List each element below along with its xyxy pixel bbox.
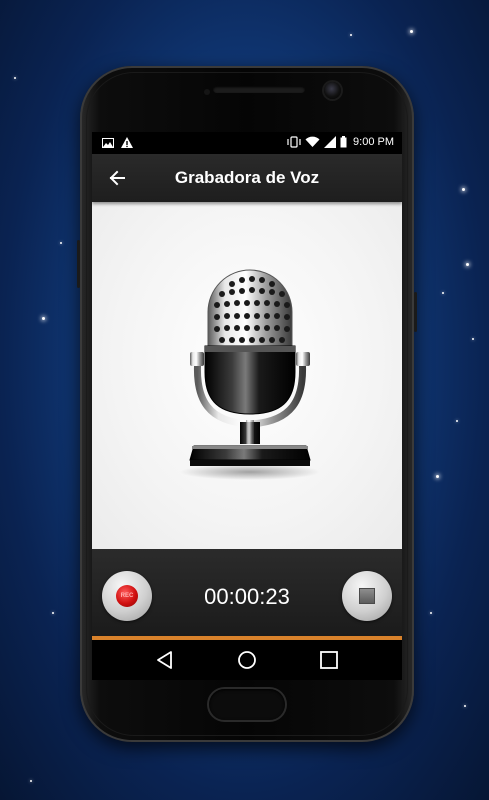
star	[52, 612, 54, 614]
star	[464, 705, 466, 707]
proximity-sensor	[204, 89, 210, 95]
star	[456, 420, 458, 422]
recents-square-icon[interactable]	[319, 650, 339, 670]
star	[60, 242, 62, 244]
stop-icon	[359, 588, 375, 604]
earpiece-speaker	[213, 86, 305, 93]
star	[42, 317, 45, 320]
home-circle-icon[interactable]	[237, 650, 257, 670]
image-icon	[102, 137, 114, 148]
device-screen: 9:00 PM Grabadora de Voz REC 00:00:23	[92, 132, 402, 680]
back-triangle-icon[interactable]	[155, 650, 175, 670]
signal-icon	[324, 136, 337, 148]
microphone-illustration	[180, 269, 320, 480]
star	[466, 263, 469, 266]
star	[430, 612, 432, 614]
volume-button	[77, 240, 80, 288]
power-button	[414, 292, 417, 332]
physical-home-button[interactable]	[209, 689, 285, 720]
star	[462, 188, 465, 191]
star	[436, 475, 439, 478]
front-camera	[324, 82, 341, 99]
battery-icon	[340, 136, 347, 148]
star	[472, 338, 474, 340]
microphone-display	[92, 202, 402, 549]
page-title: Grabadora de Voz	[174, 168, 320, 187]
wifi-icon	[305, 136, 320, 147]
stop-button[interactable]	[342, 571, 392, 621]
app-toolbar: Grabadora de Voz	[92, 154, 402, 202]
status-time: 9:00 PM	[353, 136, 394, 148]
star	[410, 30, 413, 33]
system-nav-bar	[92, 640, 402, 680]
status-bar: 9:00 PM	[92, 132, 402, 154]
star	[350, 34, 352, 36]
star	[442, 292, 444, 294]
warning-icon	[121, 137, 133, 148]
vibrate-icon	[287, 136, 301, 148]
star	[14, 77, 16, 79]
recorder-control-bar: REC 00:00:23	[92, 549, 402, 636]
star	[30, 780, 32, 782]
